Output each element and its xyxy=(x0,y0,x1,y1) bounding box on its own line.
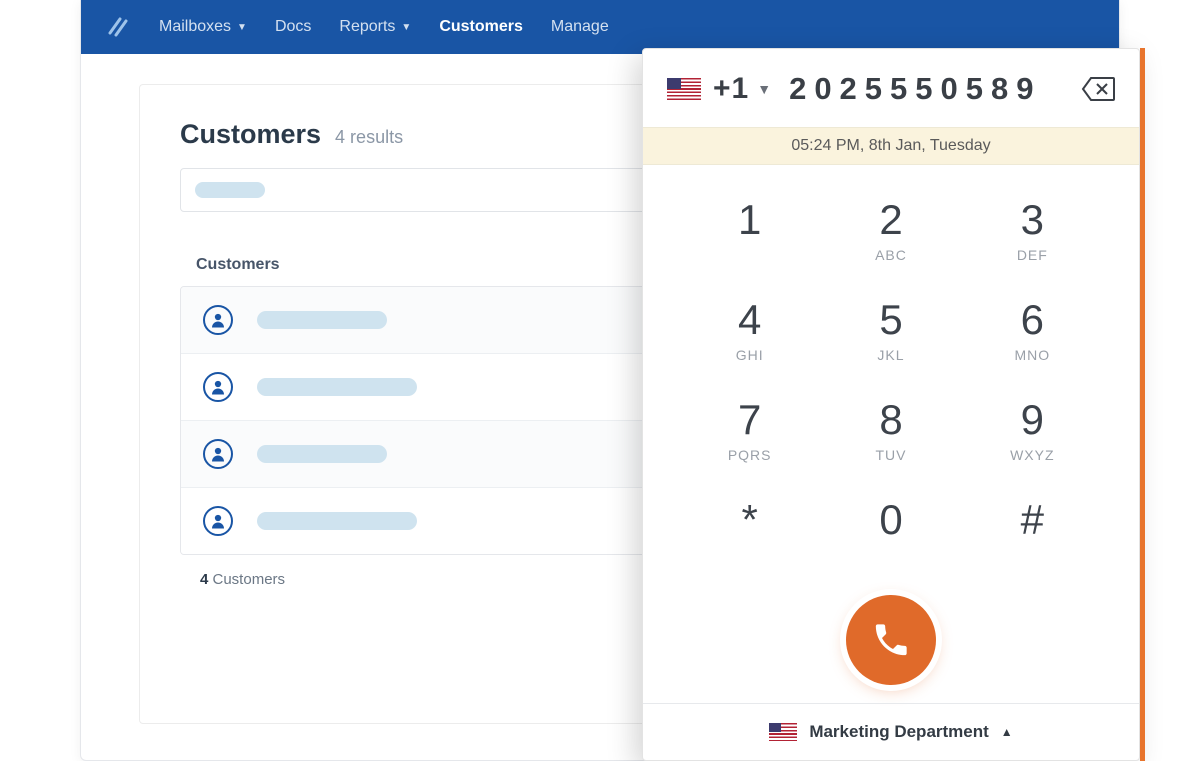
key-0[interactable]: 0 xyxy=(820,481,961,581)
nav-docs[interactable]: Docs xyxy=(275,18,311,36)
nav-label: Reports xyxy=(339,18,395,36)
timestamp-banner: 05:24 PM, 8th Jan, Tuesday xyxy=(643,127,1139,165)
department-selector[interactable]: Marketing Department ▲ xyxy=(643,703,1139,760)
key-2[interactable]: 2ABC xyxy=(820,181,961,281)
person-icon xyxy=(203,372,233,402)
key-5[interactable]: 5JKL xyxy=(820,281,961,381)
top-nav: Mailboxes ▼ Docs Reports ▼ Customers Man… xyxy=(81,0,1119,54)
key-3[interactable]: 3DEF xyxy=(962,181,1103,281)
nav-mailboxes[interactable]: Mailboxes ▼ xyxy=(159,18,247,36)
department-label: Marketing Department xyxy=(809,722,988,742)
search-placeholder-skeleton xyxy=(195,182,265,198)
phone-icon xyxy=(871,620,911,660)
chevron-up-icon: ▲ xyxy=(1001,725,1013,739)
chevron-down-icon[interactable]: ▼ xyxy=(757,81,771,97)
person-icon xyxy=(203,506,233,536)
nav-label: Manage xyxy=(551,18,609,36)
nav-reports[interactable]: Reports ▼ xyxy=(339,18,411,36)
nav-manage[interactable]: Manage xyxy=(551,18,609,36)
nav-label: Mailboxes xyxy=(159,18,231,36)
key-1[interactable]: 1 xyxy=(679,181,820,281)
chevron-down-icon: ▼ xyxy=(401,22,411,33)
key-8[interactable]: 8TUV xyxy=(820,381,961,481)
nav-label: Docs xyxy=(275,18,311,36)
dialed-number[interactable]: 2025550589 xyxy=(789,71,1069,107)
key-star[interactable]: * xyxy=(679,481,820,581)
key-6[interactable]: 6MNO xyxy=(962,281,1103,381)
person-icon xyxy=(203,439,233,469)
key-9[interactable]: 9WXYZ xyxy=(962,381,1103,481)
dialer-header: +1 ▼ 2025550589 xyxy=(643,49,1139,127)
customer-name-skeleton xyxy=(257,445,387,463)
customer-name-skeleton xyxy=(257,512,417,530)
customer-name-skeleton xyxy=(257,378,417,396)
keypad: 1 2ABC 3DEF 4GHI 5JKL 6MNO 7PQRS 8TUV 9W… xyxy=(643,165,1139,581)
backspace-button[interactable] xyxy=(1081,74,1115,104)
nav-label: Customers xyxy=(439,18,523,36)
us-flag-icon xyxy=(769,723,797,741)
us-flag-icon xyxy=(667,78,701,100)
results-count: 4 results xyxy=(335,127,403,148)
person-icon xyxy=(203,305,233,335)
key-hash[interactable]: # xyxy=(962,481,1103,581)
call-button[interactable] xyxy=(846,595,936,685)
footer-count-label: Customers xyxy=(208,571,285,588)
page-title: Customers xyxy=(180,119,321,150)
customer-name-skeleton xyxy=(257,311,387,329)
nav-customers[interactable]: Customers xyxy=(439,18,523,36)
chevron-down-icon: ▼ xyxy=(237,22,247,33)
key-7[interactable]: 7PQRS xyxy=(679,381,820,481)
call-row xyxy=(643,581,1139,703)
key-4[interactable]: 4GHI xyxy=(679,281,820,381)
accent-bar xyxy=(1140,48,1145,761)
country-code[interactable]: +1 xyxy=(713,72,749,106)
dialer-panel: +1 ▼ 2025550589 05:24 PM, 8th Jan, Tuesd… xyxy=(642,48,1140,761)
brand-logo-icon xyxy=(105,14,131,40)
